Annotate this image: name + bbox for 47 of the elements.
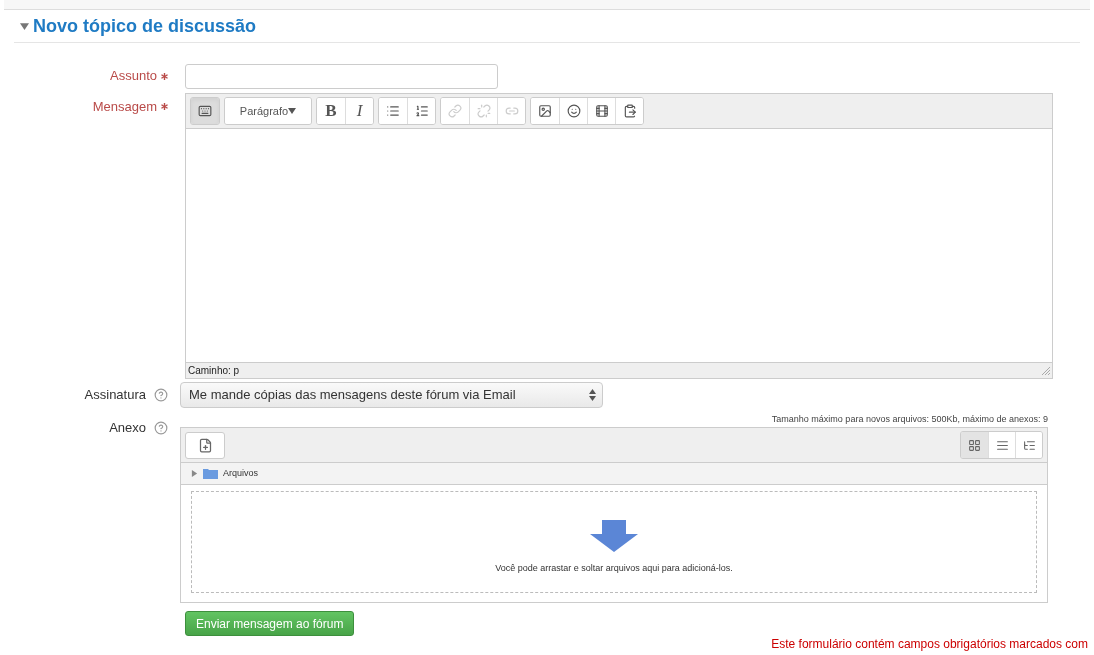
field-label: Assinatura	[84, 386, 146, 405]
file-plus-icon	[197, 437, 213, 453]
expand-arrow-icon[interactable]	[191, 470, 198, 477]
element-path: Caminho: p	[188, 364, 240, 378]
italic-button[interactable]: I	[345, 98, 373, 124]
paste-button[interactable]	[615, 98, 643, 124]
list-view-icon	[995, 438, 1009, 452]
field-label: Assunto	[110, 67, 157, 86]
media-icon	[594, 104, 609, 118]
required-fields-note: Este formulário contém campos obrigatórios marcados com	[771, 637, 1088, 651]
toolbar-toggle-button[interactable]	[191, 98, 219, 124]
numbered-list-button[interactable]	[407, 98, 435, 124]
unlink-icon	[476, 104, 491, 118]
drop-zone[interactable]: Você pode arrastar e soltar arquivos aqui para adicioná-los.	[191, 491, 1037, 593]
view-mode-tab[interactable]	[1015, 432, 1042, 458]
paste-icon	[622, 104, 637, 118]
tree-view-icon	[1022, 438, 1036, 452]
resize-grip-icon[interactable]	[1041, 366, 1050, 375]
down-arrow-icon	[590, 520, 638, 553]
help-icon[interactable]	[154, 420, 168, 435]
signature-select[interactable]: Me mande cópias das mensagens deste fórum via Email	[180, 382, 603, 408]
paragraph-format-select[interactable]: Parágrafo	[225, 98, 311, 124]
required-asterisk-icon	[161, 72, 168, 80]
view-mode-tab[interactable]	[961, 432, 988, 458]
view-mode-tab[interactable]	[988, 432, 1015, 458]
link-icon	[448, 104, 462, 118]
required-asterisk-icon	[161, 103, 168, 111]
subject-input[interactable]	[185, 63, 498, 89]
drop-hint: Você pode arrastar e soltar arquivos aqui para adicioná-los.	[495, 562, 733, 576]
up-down-arrows-icon	[589, 389, 596, 401]
bullet-list-icon	[386, 104, 400, 118]
folder-icon	[203, 468, 218, 479]
add-file-button[interactable]	[185, 431, 225, 459]
emoticon-icon	[566, 104, 581, 118]
collapse-caret-icon[interactable]	[20, 21, 29, 31]
field-label: Mensagem	[92, 98, 157, 116]
field-label: Anexo	[109, 419, 146, 437]
help-icon[interactable]	[154, 388, 168, 402]
numbered-list-icon	[414, 104, 429, 118]
folder-name[interactable]: Arquivos	[223, 466, 258, 481]
anchor-icon	[504, 104, 519, 118]
image-icon	[538, 104, 552, 118]
section-title[interactable]: Novo tópico de discussão	[33, 12, 257, 40]
caret-icon[interactable]	[288, 107, 297, 115]
icons-view-icon	[968, 438, 981, 452]
upload-limits-note: Tamanho máximo para novos arquivos: 500Kb, máximo de anexos: 9	[771, 413, 1048, 426]
toolbar-toggle-icon	[198, 104, 212, 118]
